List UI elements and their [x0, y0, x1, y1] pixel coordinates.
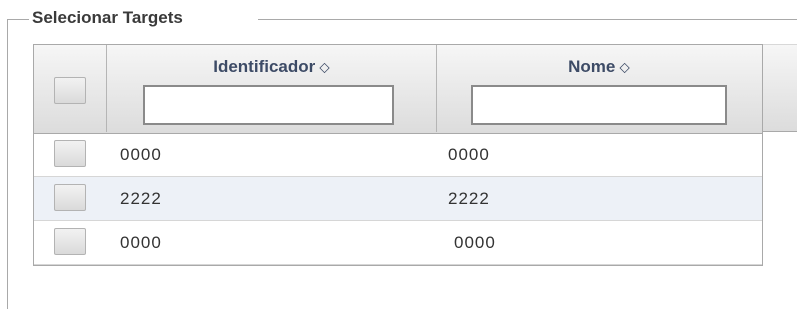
cell-identificador: 2222 [120, 189, 162, 208]
row-select-checkbox[interactable] [54, 140, 86, 167]
select-all-checkbox[interactable] [54, 77, 86, 104]
panel-title: Selecionar Targets [32, 8, 183, 27]
sort-icon[interactable]: ⬦ [319, 59, 330, 76]
fieldset-border-top [258, 19, 797, 20]
sort-icon[interactable]: ⬦ [619, 59, 630, 76]
targets-table: Identificador ⬦ Nome ⬦ 0000 0000 2222 2222… [33, 44, 763, 266]
column-label-identificador: Identificador [213, 57, 316, 76]
table-row[interactable]: 2222 2222 [34, 177, 762, 221]
identificador-filter-input[interactable] [143, 85, 394, 125]
table-row[interactable]: 0000 0000 [34, 221, 762, 265]
select-all-header [34, 45, 107, 132]
column-label-nome: Nome [568, 57, 616, 76]
cell-identificador: 0000 [120, 233, 162, 252]
table-header: Identificador ⬦ Nome ⬦ [34, 45, 762, 134]
cell-nome: 2222 [448, 189, 490, 208]
column-header-identificador[interactable]: Identificador ⬦ [107, 45, 437, 132]
cell-nome: 0000 [454, 233, 496, 252]
row-select-checkbox[interactable] [54, 228, 86, 255]
fieldset-border [7, 19, 8, 309]
nome-filter-input[interactable] [471, 85, 727, 125]
table-row[interactable]: 0000 0000 [34, 133, 762, 177]
row-select-checkbox[interactable] [54, 184, 86, 211]
column-header-nome[interactable]: Nome ⬦ [437, 45, 767, 132]
cell-identificador: 0000 [120, 145, 162, 164]
cell-nome: 0000 [448, 145, 490, 164]
fieldset-border-top [7, 19, 29, 20]
